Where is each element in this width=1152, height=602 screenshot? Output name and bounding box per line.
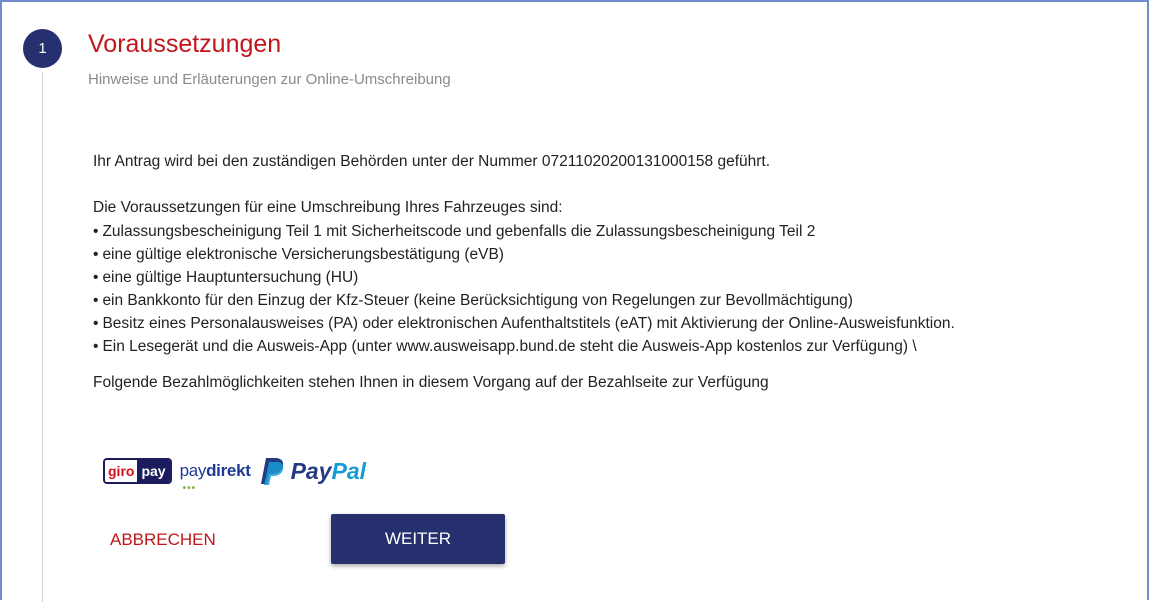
paypal-logo: PayPal (259, 456, 366, 486)
step-subtitle: Hinweise und Erläuterungen zur Online-Um… (88, 71, 451, 88)
paypal-wordmark: PayPal (291, 458, 366, 485)
step-title: Voraussetzungen (88, 30, 282, 58)
giropay-pay-text: pay (137, 460, 170, 482)
requirements-intro: Die Voraussetzungen für eine Umschreibun… (93, 199, 563, 216)
giropay-logo: giro pay (103, 458, 172, 484)
requirement-item: eine gültige Hauptuntersuchung (HU) (93, 266, 1143, 289)
requirement-item: eine gültige elektronische Versicherungs… (93, 243, 1143, 266)
paypal-pal-text: Pal (331, 457, 367, 484)
payment-options-text: Folgende Bezahlmöglichkeiten stehen Ihne… (93, 374, 769, 391)
step-connector-line (42, 72, 43, 602)
requirements-list: Zulassungsbescheinigung Teil 1 mit Siche… (93, 220, 1143, 358)
application-number-text: Ihr Antrag wird bei den zuständigen Behö… (93, 153, 771, 170)
paydirekt-logo: paydirekt ••• (179, 461, 251, 494)
requirement-item: Besitz eines Personalausweises (PA) oder… (93, 312, 1143, 335)
paydirekt-dots-icon: ••• (182, 483, 197, 494)
step-panel: 1 Voraussetzungen Hinweise und Erläuteru… (0, 0, 1149, 602)
step-number-badge: 1 (23, 29, 62, 68)
giropay-giro-text: giro (105, 460, 138, 482)
requirement-item: Ein Lesegerät und die Ausweis-App (unter… (93, 335, 1143, 358)
cancel-button[interactable]: ABBRECHEN (110, 522, 280, 558)
paypal-pay-text: Pay (290, 457, 332, 484)
next-button[interactable]: WEITER (331, 514, 505, 564)
paydirekt-pay-text: pay (179, 461, 207, 480)
paydirekt-direkt-text: direkt (206, 461, 251, 480)
requirement-item: Zulassungsbescheinigung Teil 1 mit Siche… (93, 220, 1143, 243)
payment-logos: giro pay paydirekt ••• PayPal (103, 456, 366, 494)
paypal-p-icon (260, 458, 283, 485)
step-content: Ihr Antrag wird bei den zuständigen Behö… (93, 150, 1143, 395)
requirement-item: ein Bankkonto für den Einzug der Kfz-Ste… (93, 289, 1143, 312)
